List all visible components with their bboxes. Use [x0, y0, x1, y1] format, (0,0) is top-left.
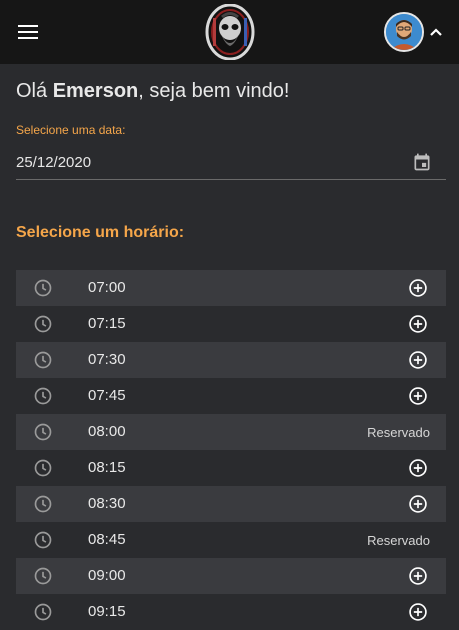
date-value: 25/12/2020	[16, 154, 92, 171]
user-name: Emerson	[52, 80, 139, 102]
time-slot-row[interactable]: 08:15	[16, 450, 446, 486]
date-input[interactable]: 25/12/2020	[16, 150, 446, 180]
slot-time: 07:30	[88, 351, 126, 368]
add-circle-icon[interactable]	[408, 494, 428, 514]
clock-icon	[33, 314, 53, 334]
slot-time: 07:15	[88, 315, 126, 332]
add-circle-icon[interactable]	[408, 350, 428, 370]
time-slot-row[interactable]: 07:45	[16, 378, 446, 414]
add-circle-icon[interactable]	[408, 458, 428, 478]
add-circle-icon[interactable]	[408, 278, 428, 298]
add-circle-icon[interactable]	[408, 566, 428, 586]
clock-icon	[33, 530, 53, 550]
clock-icon	[33, 422, 53, 442]
slot-time: 09:00	[88, 567, 126, 584]
clock-icon	[33, 458, 53, 478]
calendar-icon[interactable]	[412, 152, 432, 172]
slot-time: 07:45	[88, 387, 126, 404]
clock-icon	[33, 602, 53, 622]
time-slot-row[interactable]: 07:30	[16, 342, 446, 378]
reserved-label: Reservado	[367, 533, 430, 548]
time-slot-row[interactable]: 09:00	[16, 558, 446, 594]
greeting-suffix: , seja bem vindo!	[138, 80, 290, 102]
slot-time: 07:00	[88, 279, 126, 296]
chevron-up-icon[interactable]	[426, 22, 446, 42]
clock-icon	[33, 386, 53, 406]
time-slot-row[interactable]: 09:15	[16, 594, 446, 630]
user-avatar[interactable]	[384, 12, 424, 52]
slot-time: 08:30	[88, 495, 126, 512]
time-slot-row: 08:45 Reservado	[16, 522, 446, 558]
clock-icon	[33, 566, 53, 586]
time-slot-list: 07:00 07:15 07:30 07:45 08:00 Reservado 08:15 0…	[16, 270, 446, 630]
date-field-label: Selecione uma data:	[16, 123, 126, 137]
slot-time: 08:15	[88, 459, 126, 476]
clock-icon	[33, 494, 53, 514]
reserved-label: Reservado	[367, 425, 430, 440]
slot-time: 08:00	[88, 423, 126, 440]
menu-icon[interactable]	[16, 20, 40, 44]
time-slot-row: 08:00 Reservado	[16, 414, 446, 450]
slot-time: 08:45	[88, 531, 126, 548]
greeting-prefix: Olá	[16, 80, 53, 102]
welcome-greeting: Olá Emerson, seja bem vindo!	[16, 80, 289, 103]
time-slot-row[interactable]: 08:30	[16, 486, 446, 522]
barber-skull-logo	[205, 3, 255, 61]
time-section-title: Selecione um horário:	[16, 224, 185, 241]
time-slot-row[interactable]: 07:00	[16, 270, 446, 306]
top-app-bar	[0, 0, 459, 64]
add-circle-icon[interactable]	[408, 314, 428, 334]
add-circle-icon[interactable]	[408, 386, 428, 406]
clock-icon	[33, 350, 53, 370]
time-slot-row[interactable]: 07:15	[16, 306, 446, 342]
add-circle-icon[interactable]	[408, 602, 428, 622]
clock-icon	[33, 278, 53, 298]
